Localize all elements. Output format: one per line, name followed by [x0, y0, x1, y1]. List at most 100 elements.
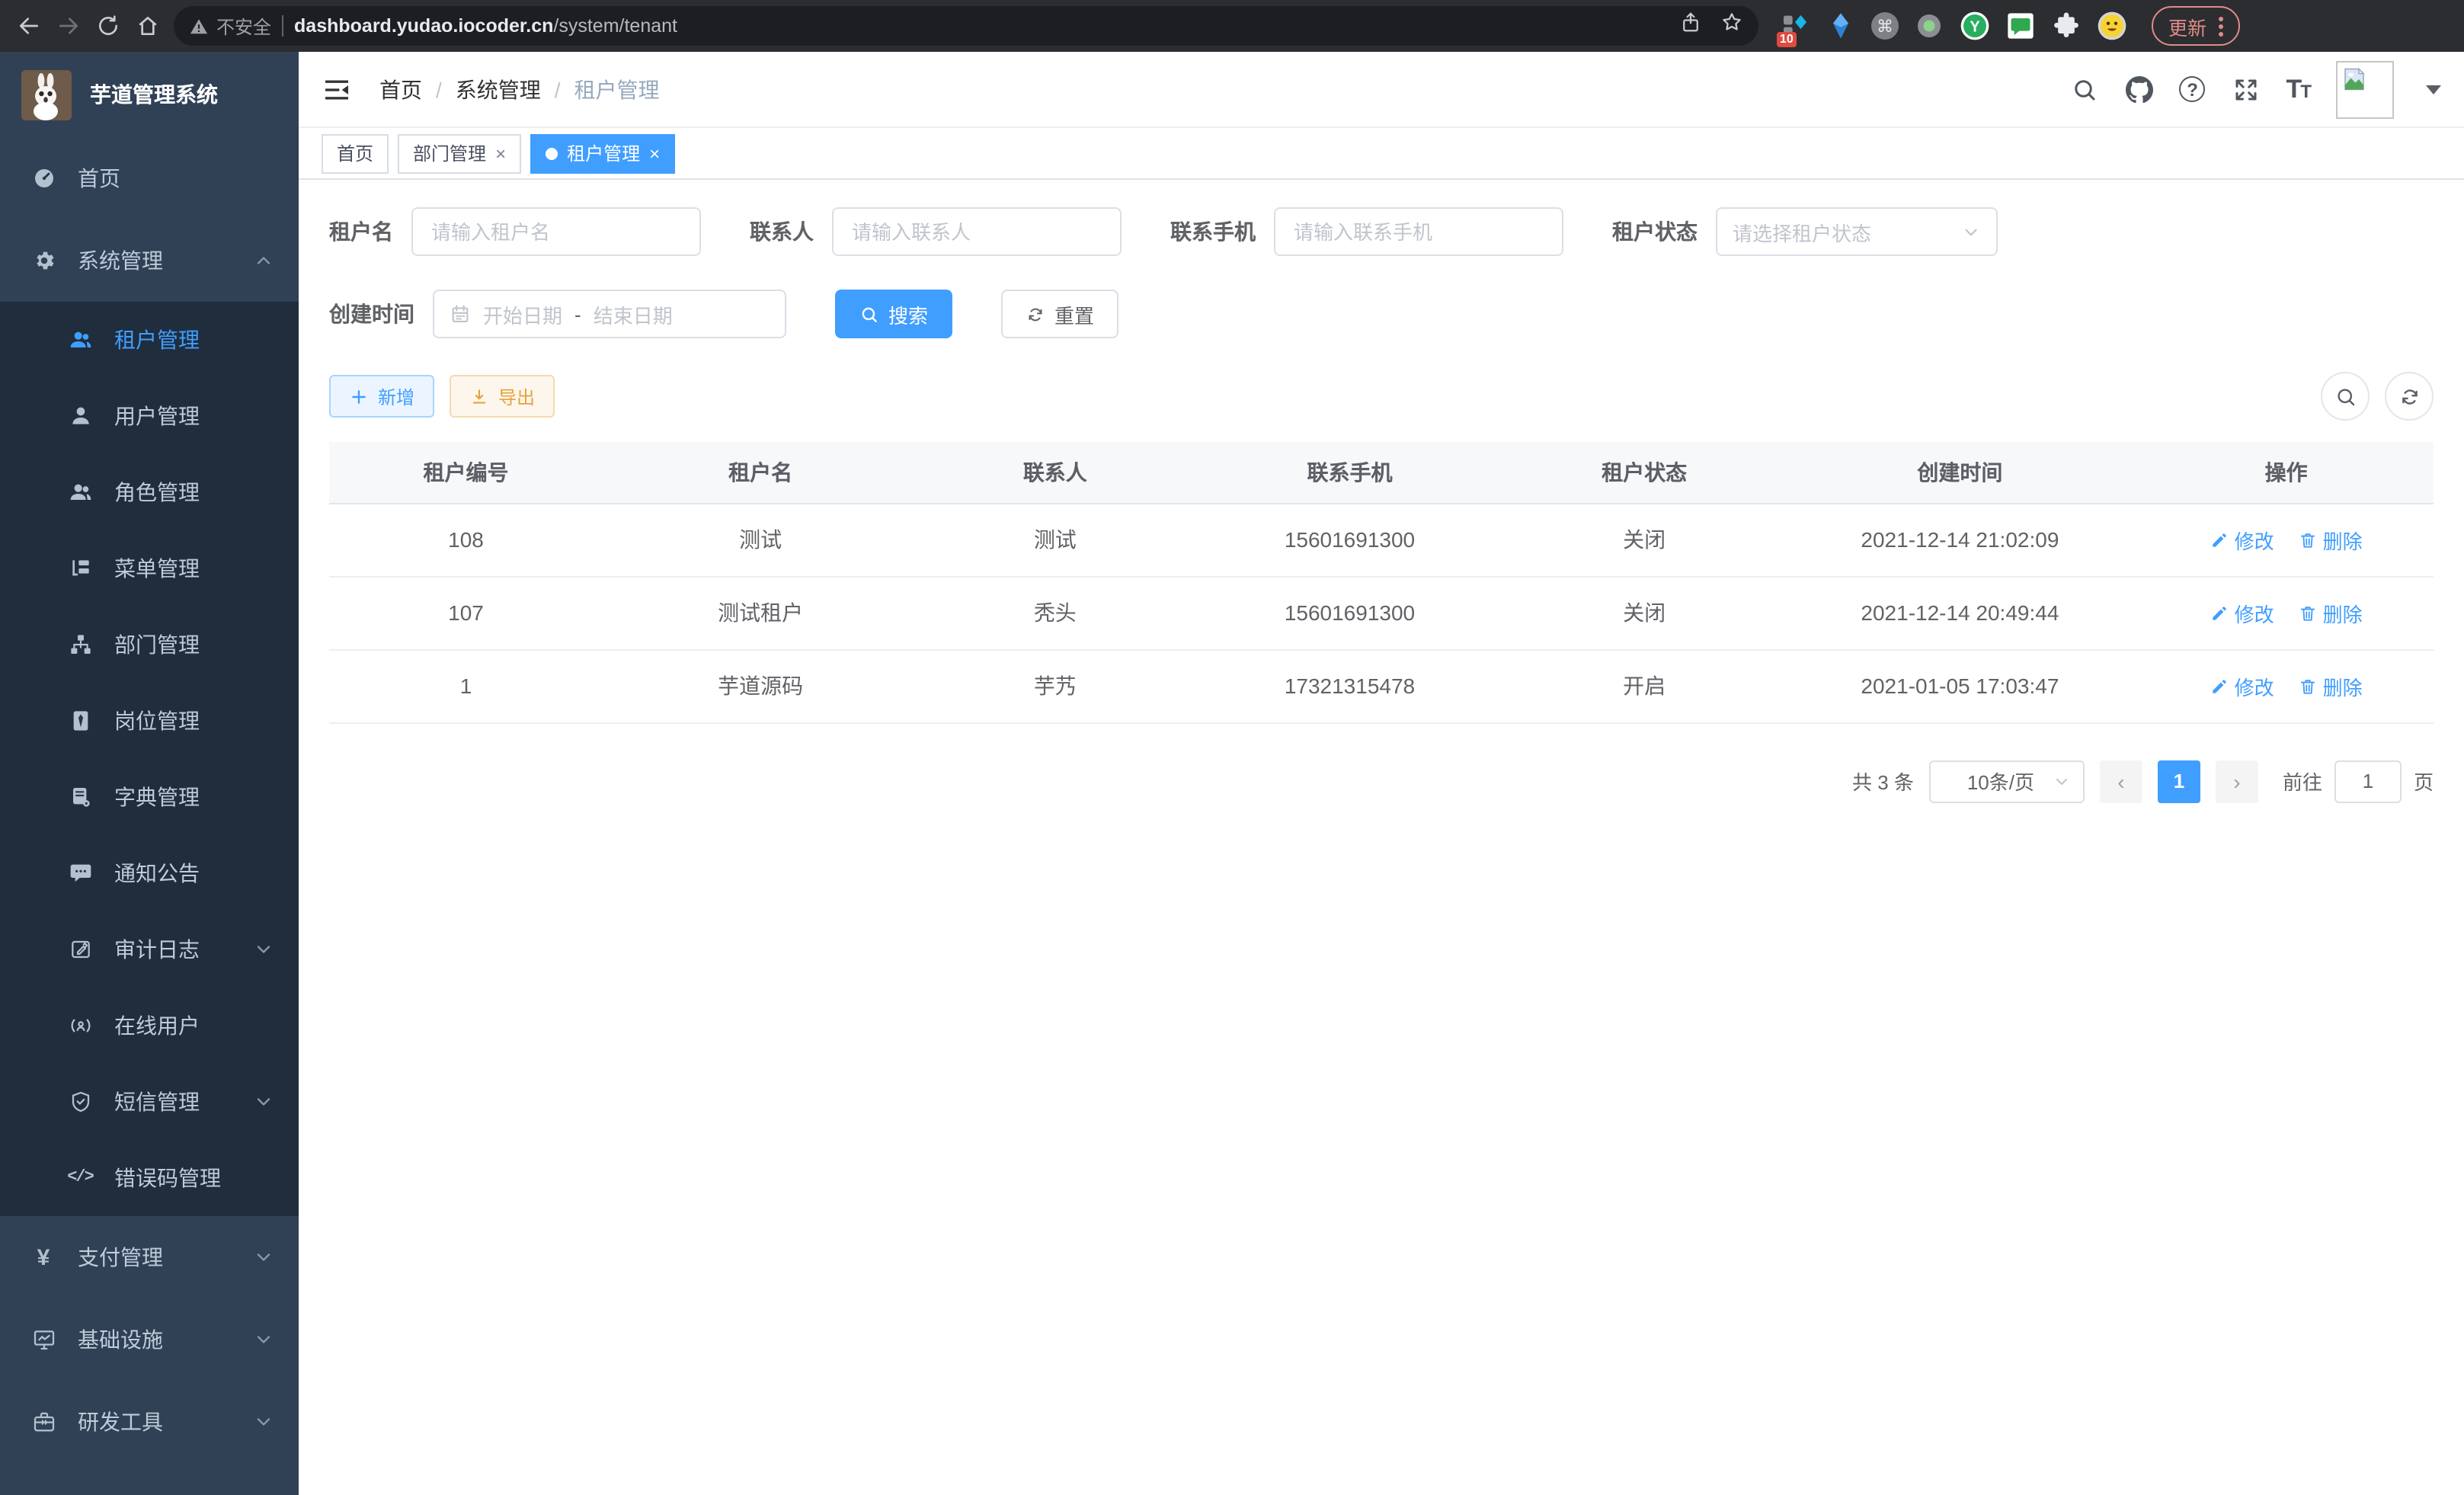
browser-forward-icon[interactable] [55, 12, 82, 40]
url-text: dashboard.yudao.iocoder.cn/system/tenant [294, 15, 1669, 37]
end-date-placeholder: 结束日期 [594, 299, 673, 328]
sidebar-item-sms[interactable]: 短信管理 [0, 1064, 299, 1140]
cell-actions: 修改 删除 [2139, 503, 2434, 576]
export-button[interactable]: 导出 [450, 375, 555, 418]
tab-dept[interactable]: 部门管理× [398, 133, 521, 173]
sidebar-item-infra[interactable]: 基础设施 [0, 1298, 299, 1381]
ext-record-icon[interactable] [1914, 11, 1944, 41]
avatar[interactable] [2336, 60, 2394, 118]
ext-command-icon[interactable]: ⌘ [1871, 12, 1899, 40]
browser-menu-kebab-icon[interactable] [2219, 16, 2223, 36]
page-size-select[interactable]: 10条/页 [1929, 760, 2085, 802]
sidebar-item-menu[interactable]: 菜单管理 [0, 530, 299, 607]
tab-tenant[interactable]: 租户管理× [530, 133, 675, 173]
toolbox-icon [30, 1409, 56, 1435]
sidebar-item-label: 菜单管理 [114, 553, 274, 584]
ext-kite-icon[interactable] [1826, 11, 1856, 41]
site-security[interactable]: 不安全 [189, 13, 271, 39]
browser-home-icon[interactable] [134, 12, 162, 40]
mobile-input[interactable] [1274, 207, 1563, 256]
sidebar-menu: 首页系统管理租户管理用户管理角色管理菜单管理部门管理岗位管理字典管理通知公告审计… [0, 137, 299, 1463]
sidebar-item-post[interactable]: 岗位管理 [0, 683, 299, 759]
address-bar[interactable]: 不安全 dashboard.yudao.iocoder.cn/system/te… [174, 6, 1758, 46]
delete-label: 删除 [2323, 525, 2363, 554]
sidebar-item-dept[interactable]: 部门管理 [0, 607, 299, 683]
sidebar-item-label: 字典管理 [114, 782, 274, 812]
contact-input[interactable] [832, 207, 1122, 256]
cell-created: 2021-01-05 17:03:47 [1781, 649, 2139, 722]
extensions-puzzle-icon[interactable] [2051, 11, 2082, 41]
search-button[interactable]: 搜索 [835, 290, 952, 338]
sidebar-item-tenant[interactable]: 租户管理 [0, 302, 299, 378]
breadcrumb-home[interactable]: 首页 [379, 74, 422, 104]
add-button[interactable]: 新增 [329, 375, 434, 418]
next-page-button[interactable]: › [2216, 760, 2258, 802]
delete-link[interactable]: 删除 [2299, 671, 2363, 700]
fullscreen-icon[interactable] [2232, 75, 2261, 104]
breadcrumb-system[interactable]: 系统管理 [456, 74, 541, 104]
ext-chat-icon[interactable] [2005, 11, 2036, 41]
header-search-icon[interactable] [2070, 75, 2099, 104]
refresh-icon [1026, 304, 1045, 324]
tenant-name-input[interactable] [411, 207, 701, 256]
column-header: 租户编号 [329, 442, 603, 503]
bookmark-star-icon[interactable] [1720, 11, 1743, 41]
status-select[interactable]: 请选择租户状态 [1716, 207, 1998, 256]
browser-update-button[interactable]: 更新 [2152, 6, 2240, 46]
toggle-search-button[interactable] [2321, 372, 2370, 421]
sidebar-toggle-icon[interactable] [322, 72, 355, 106]
delete-link[interactable]: 删除 [2299, 525, 2363, 554]
goto-page-input[interactable] [2334, 760, 2402, 802]
cell-id: 1 [329, 649, 603, 722]
help-icon[interactable]: ? [2180, 76, 2206, 102]
github-icon[interactable] [2125, 75, 2154, 104]
search-icon [2334, 385, 2357, 408]
chevron-down-icon [253, 1247, 274, 1268]
sidebar-item-online-user[interactable]: 在线用户 [0, 988, 299, 1064]
prev-page-button[interactable]: ‹ [2100, 760, 2142, 802]
edit-link[interactable]: 修改 [2210, 598, 2274, 627]
reset-button[interactable]: 重置 [1001, 290, 1118, 338]
delete-link[interactable]: 删除 [2299, 598, 2363, 627]
sidebar-item-audit-log[interactable]: 审计日志 [0, 911, 299, 988]
browser-chrome: 不安全 dashboard.yudao.iocoder.cn/system/te… [0, 0, 2464, 52]
sidebar-item-dev-tool[interactable]: 研发工具 [0, 1381, 299, 1463]
goto-label: 前往 [2283, 767, 2322, 796]
ext-y-icon[interactable]: Y [1960, 11, 1990, 41]
edit-link[interactable]: 修改 [2210, 671, 2274, 700]
sidebar-item-notice[interactable]: 通知公告 [0, 835, 299, 911]
app-logo-row[interactable]: 芋道管理系统 [0, 52, 299, 137]
sidebar-item-label: 通知公告 [114, 858, 274, 888]
sidebar-item-system[interactable]: 系统管理 [0, 219, 299, 302]
sidebar-item-role[interactable]: 角色管理 [0, 454, 299, 530]
sidebar-item-error-code[interactable]: </>错误码管理 [0, 1140, 299, 1216]
create-time-range-picker[interactable]: 开始日期 - 结束日期 [433, 290, 786, 338]
shield-icon [67, 1089, 93, 1115]
app-logo [21, 69, 72, 120]
sidebar: 芋道管理系统 首页系统管理租户管理用户管理角色管理菜单管理部门管理岗位管理字典管… [0, 52, 299, 1495]
share-icon[interactable] [1679, 11, 1702, 41]
sidebar-item-dict[interactable]: 字典管理 [0, 759, 299, 835]
sidebar-item-label: 用户管理 [114, 401, 274, 431]
profile-avatar-emoji[interactable] [2097, 11, 2127, 41]
refresh-table-button[interactable] [2385, 372, 2434, 421]
search-button-label: 搜索 [888, 299, 928, 328]
tab-home[interactable]: 首页 [322, 133, 389, 173]
edit-label: 修改 [2235, 525, 2274, 554]
users-icon [67, 479, 93, 505]
browser-reload-icon[interactable] [94, 12, 122, 40]
close-icon[interactable]: × [649, 144, 660, 162]
sidebar-item-label: 短信管理 [114, 1087, 232, 1117]
sidebar-item-label: 租户管理 [114, 325, 274, 355]
page-number-1[interactable]: 1 [2158, 760, 2200, 802]
font-size-icon[interactable]: TT [2286, 74, 2310, 104]
close-icon[interactable]: × [495, 144, 506, 162]
sidebar-item-user[interactable]: 用户管理 [0, 378, 299, 454]
edit-link[interactable]: 修改 [2210, 525, 2274, 554]
sidebar-item-home[interactable]: 首页 [0, 137, 299, 219]
avatar-dropdown-caret-icon[interactable] [2426, 85, 2441, 94]
browser-back-icon[interactable] [15, 12, 43, 40]
update-label: 更新 [2168, 11, 2206, 40]
sidebar-item-pay[interactable]: ¥支付管理 [0, 1216, 299, 1298]
ext-grid-diamond-icon[interactable]: 10 [1780, 11, 1810, 41]
